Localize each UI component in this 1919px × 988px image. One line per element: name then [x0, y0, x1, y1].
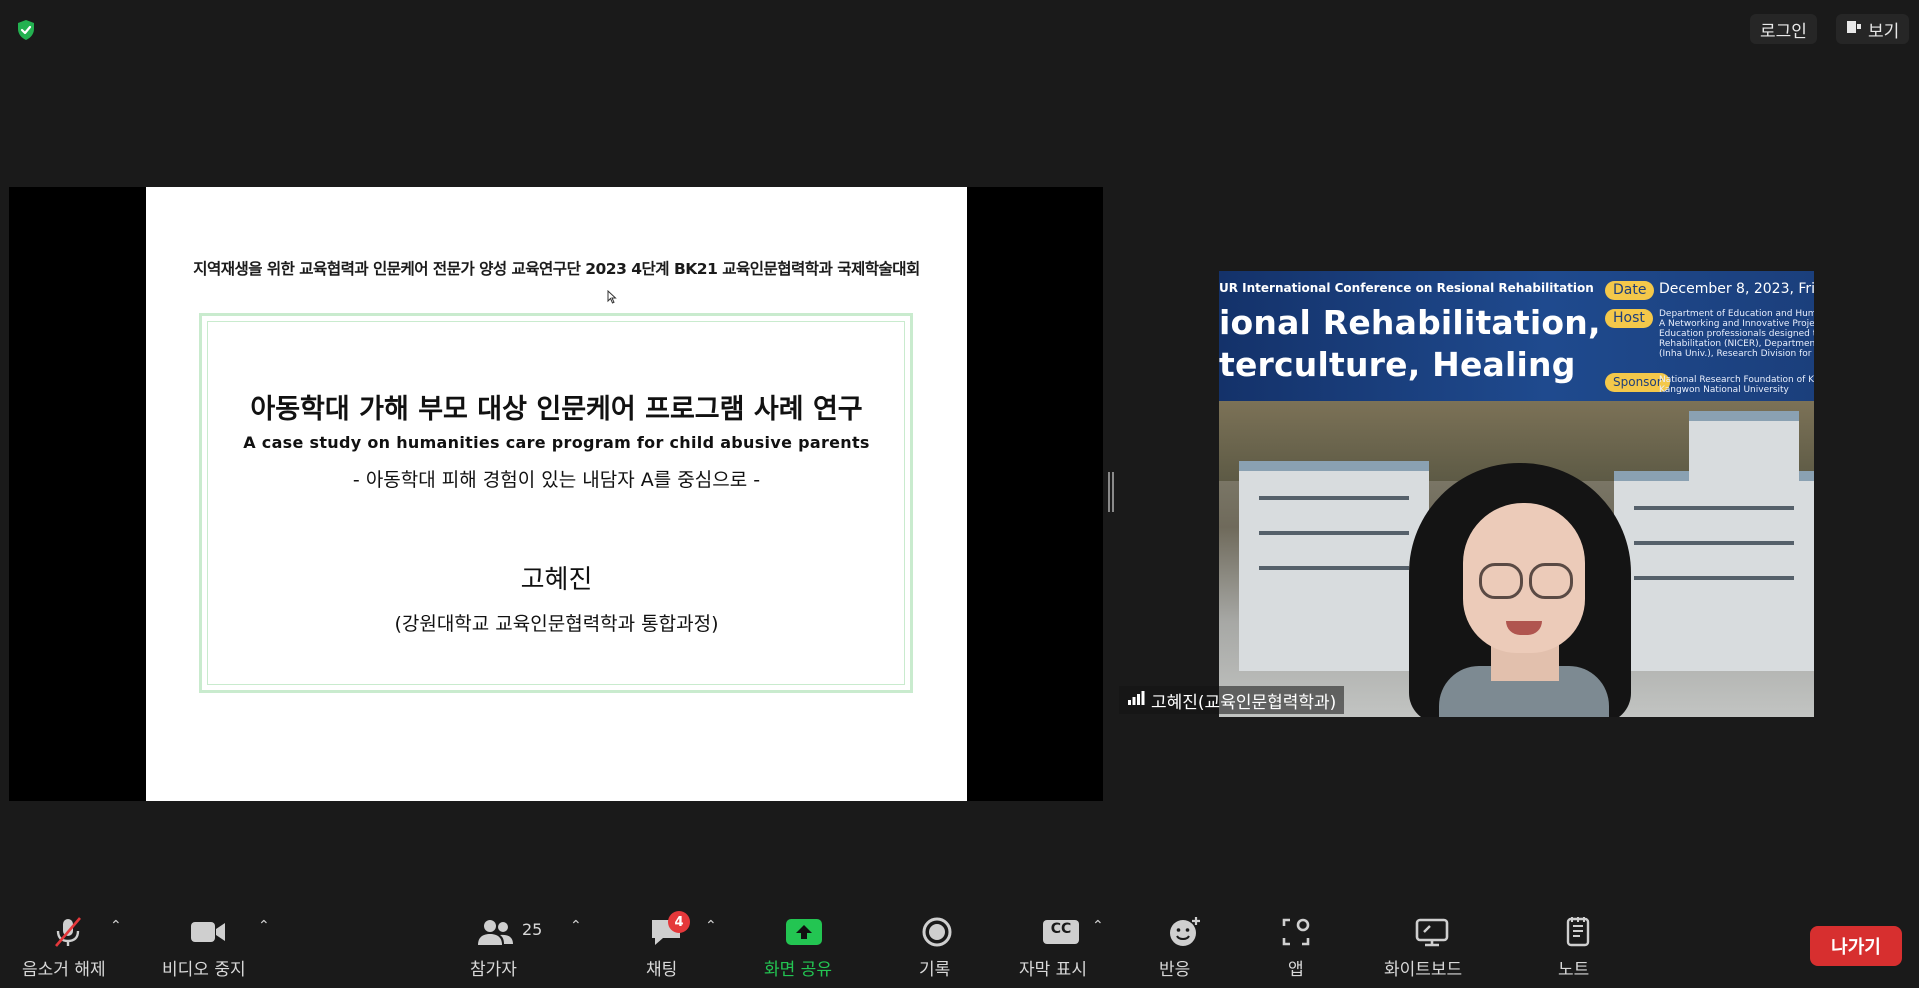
shared-screen[interactable]: 지역재생을 위한 교육협력과 인문케어 전문가 양성 교육연구단 2023 4단…: [9, 187, 1103, 801]
slide-subtitle-korean: - 아동학대 피해 경험이 있는 내담자 A를 중심으로 -: [352, 469, 761, 491]
whiteboard-icon: [1412, 914, 1452, 950]
stop-video-button[interactable]: 비디오 중지: [158, 900, 268, 988]
slide-header: 지역재생을 위한 교육협력과 인문케어 전문가 양성 교육연구단 2023 4단…: [193, 260, 920, 278]
participant-name-tag: 고혜진(교육인문협력학과): [1119, 686, 1345, 714]
security-shield-icon[interactable]: [14, 18, 38, 42]
participant-video[interactable]: UR International Conference on Resional …: [1219, 271, 1814, 717]
apps-label: 앱: [1288, 960, 1304, 980]
show-captions-label: 자막 표시: [1019, 960, 1087, 980]
apps-button[interactable]: 앱: [1276, 900, 1316, 988]
unmute-label: 음소거 해제: [22, 960, 106, 980]
banner-host-text-1: Department of Education and Humanitie: [1659, 309, 1814, 319]
captions-icon-text: CC: [1050, 921, 1072, 937]
meeting-toolbar: 음소거 해제 ⌃ 비디오 중지 ⌃ 25 참가자 ⌃ 4 채팅 ⌃ 화면 공유 …: [0, 900, 1919, 988]
chat-unread-badge: 4: [668, 911, 690, 933]
panel-resize-handle[interactable]: [1108, 472, 1114, 512]
virtual-background-banner: UR International Conference on Resional …: [1219, 271, 1814, 401]
reactions-label: 반응: [1159, 960, 1191, 980]
leave-meeting-button[interactable]: 나가기: [1810, 926, 1902, 966]
share-screen-button[interactable]: 화면 공유: [758, 900, 850, 988]
audio-options-chevron-up-icon[interactable]: ⌃: [110, 918, 122, 934]
login-button[interactable]: 로그인: [1750, 14, 1817, 44]
unmute-button[interactable]: 음소거 해제: [18, 900, 118, 988]
participants-label: 참가자: [470, 960, 517, 980]
share-screen-icon: [784, 914, 824, 950]
notes-icon: [1558, 914, 1598, 950]
closed-captions-icon: CC: [1041, 914, 1081, 950]
view-button[interactable]: 보기: [1836, 14, 1910, 44]
mouse-cursor-icon: [607, 289, 617, 308]
share-screen-label: 화면 공유: [764, 960, 832, 980]
banner-host-text-5: (Inha Univ.), Research Division for Gloc…: [1659, 349, 1814, 359]
leave-label: 나가기: [1831, 937, 1881, 958]
banner-conference-name: UR International Conference on Resional …: [1219, 281, 1594, 295]
participants-icon: [476, 914, 516, 950]
stop-video-label: 비디오 중지: [162, 960, 246, 980]
video-options-chevron-up-icon[interactable]: ⌃: [258, 918, 270, 934]
view-label: 보기: [1868, 21, 1900, 42]
whiteboard-button[interactable]: 화이트보드: [1382, 900, 1482, 988]
slide-affiliation: (강원대학교 교육인문협력학과 통합과정): [394, 613, 719, 635]
reactions-button[interactable]: 반응: [1155, 900, 1215, 988]
video-camera-icon: [188, 914, 228, 950]
banner-host-label: Host: [1605, 309, 1653, 328]
slide-subtitle-english: A case study on humanities care program …: [243, 433, 870, 452]
chat-options-chevron-up-icon[interactable]: ⌃: [705, 918, 717, 934]
view-layout-icon: [1846, 19, 1862, 40]
participants-count: 25: [522, 920, 543, 939]
chat-button[interactable]: 4 채팅: [638, 900, 698, 988]
banner-host-text-2: A Networking and Innovative Project for: [1659, 319, 1814, 329]
notes-button[interactable]: 노트: [1558, 900, 1598, 988]
apps-icon: [1276, 914, 1316, 950]
presentation-slide: 지역재생을 위한 교육협력과 인문케어 전문가 양성 교육연구단 2023 4단…: [146, 187, 967, 801]
show-captions-button[interactable]: CC 자막 표시: [1015, 900, 1115, 988]
reaction-smiley-icon: [1165, 914, 1205, 950]
slide-author: 고혜진: [520, 565, 593, 595]
banner-host-text-4: Rehabilitation (NICER), Department of M: [1659, 339, 1814, 349]
muted-microphone-icon: [48, 914, 88, 950]
captions-options-chevron-up-icon[interactable]: ⌃: [1092, 918, 1104, 934]
login-label: 로그인: [1760, 21, 1807, 42]
notes-label: 노트: [1558, 960, 1590, 980]
record-icon: [917, 914, 957, 950]
signal-strength-icon: [1127, 690, 1145, 711]
banner-sponsor-text-1: National Research Foundation of Korea: [1659, 375, 1814, 385]
whiteboard-label: 화이트보드: [1384, 960, 1463, 980]
chat-label: 채팅: [646, 960, 678, 980]
banner-host-text-3: Education professionals designed to pro: [1659, 329, 1814, 339]
banner-sponsor-text-2: Kangwon National University: [1659, 385, 1789, 395]
record-label: 기록: [919, 960, 951, 980]
banner-title-line-2: terculture, Healing: [1219, 345, 1576, 384]
record-button[interactable]: 기록: [905, 900, 965, 988]
banner-date-label: Date: [1605, 281, 1655, 300]
banner-date-value: December 8, 2023, Fri 0: [1659, 281, 1814, 297]
title-frame: [199, 313, 913, 693]
banner-title-line-1: ional Rehabilitation,: [1219, 303, 1601, 342]
participants-options-chevron-up-icon[interactable]: ⌃: [570, 918, 582, 934]
participant-name: 고혜진(교육인문협력학과): [1151, 692, 1337, 713]
participants-button[interactable]: 25 참가자: [466, 900, 576, 988]
slide-title: 아동학대 가해 부모 대상 인문케어 프로그램 사례 연구: [250, 394, 863, 425]
